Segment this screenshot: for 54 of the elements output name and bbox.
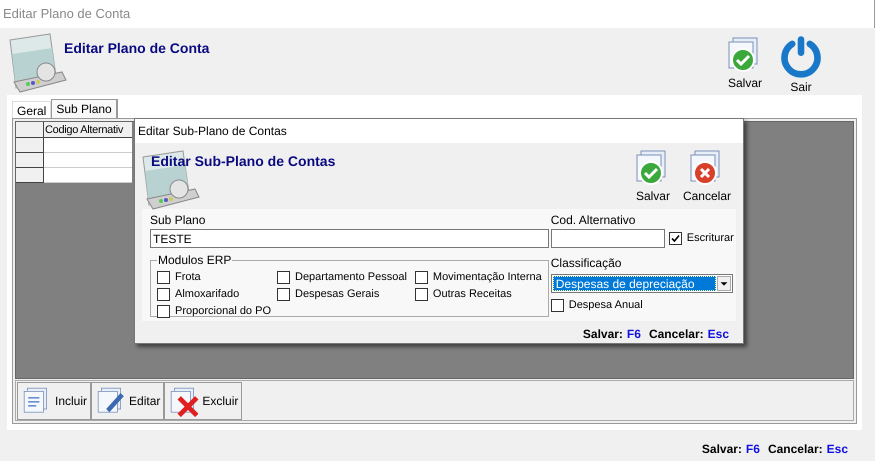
- checkbox-label: Frota: [175, 270, 201, 285]
- action-button[interactable]: Editar: [91, 382, 164, 420]
- checkbox[interactable]: [414, 270, 428, 284]
- page-heading: Editar Plano de Conta: [64, 39, 210, 58]
- checkbox[interactable]: [550, 298, 564, 312]
- row-header-cell: [16, 168, 44, 183]
- window-title: Editar Plano de Conta: [3, 5, 130, 24]
- dropdown[interactable]: Despesas de depreciação: [550, 274, 733, 293]
- input-field[interactable]: [550, 229, 665, 248]
- action-button[interactable]: Incluir: [17, 382, 92, 420]
- shortcut-key: F6: [626, 325, 641, 343]
- input-field[interactable]: TESTE: [150, 229, 549, 248]
- checkbox[interactable]: [157, 288, 170, 300]
- checkbox[interactable]: [414, 288, 428, 300]
- shortcut-label: Cancelar:: [648, 326, 704, 343]
- checkbox-label: Departamento Pessoal: [295, 270, 407, 285]
- check-icon: [670, 234, 680, 243]
- field-label: Sub Plano: [150, 212, 206, 229]
- row-header-cell: [16, 153, 44, 168]
- tab[interactable]: Sub Plano: [51, 99, 118, 118]
- toolbar-button[interactable]: Cancelar: [682, 147, 731, 205]
- shortcut-key: Esc: [826, 440, 848, 458]
- dialog-title: Editar Sub-Plano de Contas: [138, 123, 287, 140]
- checkbox[interactable]: [277, 288, 290, 300]
- shortcut-key: Esc: [708, 325, 729, 343]
- checkbox[interactable]: [668, 232, 682, 245]
- toolbar-button[interactable]: Salvar: [632, 147, 673, 205]
- field-label: Cod. Alternativo: [550, 212, 636, 229]
- checkbox[interactable]: [157, 304, 170, 318]
- action-button[interactable]: Excluir: [164, 382, 242, 420]
- caret-icon: [716, 276, 731, 291]
- shortcut-label: Salvar:: [582, 326, 623, 343]
- toolbar-button[interactable]: Sair: [779, 34, 823, 96]
- group-title: Modulos ERP: [157, 252, 232, 269]
- checkbox[interactable]: [277, 270, 290, 284]
- dialog-heading: Editar Sub-Plano de Contas: [151, 152, 336, 171]
- shortcut-key: F6: [746, 440, 760, 458]
- shortcut-label: Cancelar:: [768, 441, 823, 458]
- row-header-cell: [16, 122, 44, 138]
- power-icon: [779, 34, 823, 78]
- checkbox-label: Movimentação Interna: [432, 270, 542, 285]
- row-header-cell: [16, 138, 44, 153]
- checkbox-label: Despesa Anual: [568, 298, 643, 313]
- field-label: Classificação: [550, 255, 622, 272]
- checkbox-label: Despesas Gerais: [295, 286, 380, 302]
- checkbox-label: Outras Receitas: [432, 286, 512, 302]
- column-header: Codigo Alternativ: [44, 122, 132, 138]
- shortcut-label: Salvar:: [702, 441, 742, 458]
- toolbar-button[interactable]: Salvar: [723, 34, 767, 96]
- checkbox-label: Proporcional do PO: [175, 304, 271, 319]
- tab[interactable]: Geral: [12, 101, 52, 118]
- checkbox-label: Almoxarifado: [175, 286, 240, 302]
- checkbox[interactable]: [157, 270, 170, 284]
- checkbox-label: Escriturar: [686, 231, 734, 246]
